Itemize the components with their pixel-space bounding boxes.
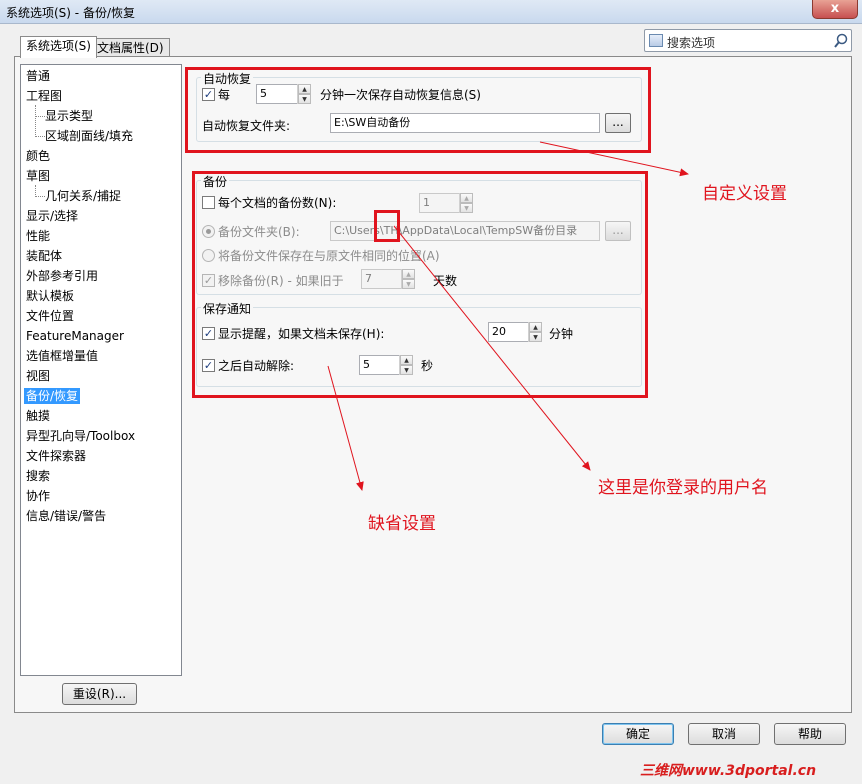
ok-button[interactable]: 确定 — [602, 723, 674, 745]
tree-item-drawings[interactable]: 工程图 — [26, 88, 62, 104]
tree-item-view[interactable]: 视图 — [26, 368, 50, 384]
annotation-box-username — [374, 210, 400, 242]
tree-item-file-explorer[interactable]: 文件探索器 — [26, 448, 86, 464]
annotation-username: 这里是你登录的用户名 — [598, 478, 768, 498]
annotation-box-autorecover — [185, 67, 651, 153]
search-icon[interactable] — [833, 33, 849, 49]
tree-item-external-references[interactable]: 外部参考引用 — [26, 268, 98, 284]
annotation-custom-settings: 自定义设置 — [702, 184, 787, 204]
tab-system-options[interactable]: 系统选项(S) — [20, 36, 97, 58]
annotation-default-settings: 缺省设置 — [368, 514, 436, 534]
tree-item-messages-errors-warnings[interactable]: 信息/错误/警告 — [26, 508, 106, 524]
cancel-button[interactable]: 取消 — [688, 723, 760, 745]
tree-item-relations-snaps[interactable]: 几何关系/捕捉 — [45, 188, 121, 204]
reset-button[interactable]: 重设(R)... — [62, 683, 137, 705]
tree-item-performance[interactable]: 性能 — [26, 228, 50, 244]
tree-item-sketch[interactable]: 草图 — [26, 168, 50, 184]
options-list-icon — [649, 34, 663, 47]
close-button[interactable]: x — [812, 0, 858, 19]
tree-item-area-hatch[interactable]: 区域剖面线/填充 — [45, 128, 133, 144]
tree-item-hole-wizard-toolbox[interactable]: 异型孔向导/Toolbox — [26, 428, 135, 444]
tree-item-assemblies[interactable]: 装配体 — [26, 248, 62, 264]
watermark: 三维网www.3dportal.cn — [640, 763, 817, 779]
window-title: 系统选项(S) - 备份/恢复 — [6, 6, 135, 20]
tree-item-display-selection[interactable]: 显示/选择 — [26, 208, 78, 224]
tree-item-backup-recover[interactable]: 备份/恢复 — [24, 388, 81, 404]
tree-item-collaboration[interactable]: 协作 — [26, 488, 50, 504]
search-input[interactable]: 搜索选项 — [667, 34, 715, 51]
tree-item-default-templates[interactable]: 默认模板 — [26, 288, 74, 304]
tree-item-search[interactable]: 搜索 — [26, 468, 50, 484]
tree-item-general[interactable]: 普通 — [26, 68, 50, 84]
tree-item-spin-box-increments[interactable]: 选值框增量值 — [26, 348, 98, 364]
tree-item-display-type[interactable]: 显示类型 — [45, 108, 93, 124]
options-tree[interactable]: 普通 工程图 显示类型 区域剖面线/填充 颜色 草图 几何关系/捕捉 显示/选择… — [20, 64, 182, 676]
tree-item-featuremanager[interactable]: FeatureManager — [26, 328, 124, 344]
tree-item-colors[interactable]: 颜色 — [26, 148, 50, 164]
tab-document-properties[interactable]: 文档属性(D) — [91, 38, 170, 58]
annotation-box-default — [192, 171, 648, 398]
search-box[interactable]: 搜索选项 — [644, 29, 852, 52]
tree-item-file-locations[interactable]: 文件位置 — [26, 308, 74, 324]
tree-item-touch[interactable]: 触摸 — [26, 408, 50, 424]
help-button[interactable]: 帮助 — [774, 723, 846, 745]
